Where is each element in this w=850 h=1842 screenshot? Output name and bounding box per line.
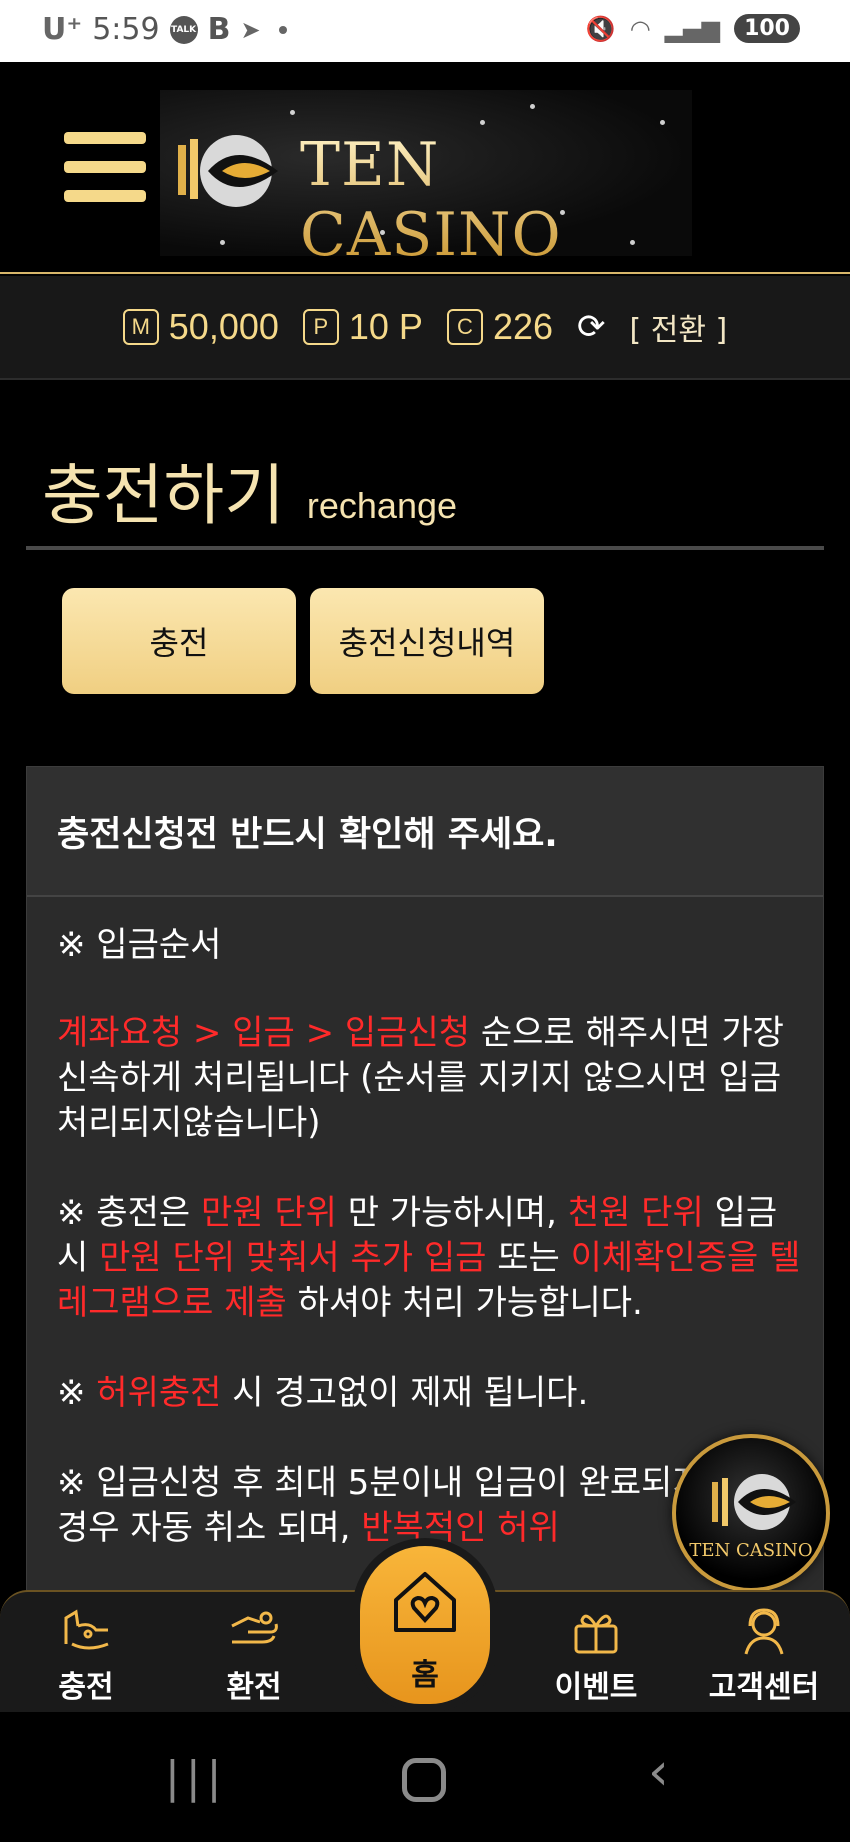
menu-icon[interactable]: [64, 132, 146, 202]
nav-event-label: 이벤트: [554, 1670, 638, 1705]
clock: 5:59: [92, 12, 160, 47]
switch-button[interactable]: [ 전환 ]: [630, 305, 728, 349]
page-title-english: rechange: [306, 485, 458, 526]
balance-bar: M 50,000 P 10 P C 226 ⟳ [ 전환 ]: [0, 276, 850, 380]
nav-exchange-label: 환전: [226, 1670, 282, 1705]
kakaotalk-icon: TALK: [169, 15, 198, 44]
notice-paragraph-fraud: ※ 허위충전 시 경고없이 제재 됩니다.: [57, 1373, 589, 1413]
charge-hand-icon: [64, 1609, 109, 1650]
point-icon: P: [302, 309, 339, 345]
page-title-korean: 충전하기: [42, 457, 285, 534]
floating-logo-mark-icon: [712, 1474, 796, 1530]
nav-support-label: 고객센터: [708, 1670, 820, 1705]
telegram-icon: ➤: [240, 15, 261, 44]
nav-home-label: 홈: [411, 1658, 439, 1693]
notice-paragraph-order-title: ※ 입금순서: [57, 923, 803, 968]
order-title: ※ 입금순서: [57, 925, 222, 965]
tab-charge-history[interactable]: 충전신청내역: [310, 588, 544, 694]
wifi-icon: ◠: [629, 14, 651, 43]
mute-icon: 🔇: [585, 14, 616, 43]
order-steps: 계좌요청 > 입금 > 입금신청: [57, 1013, 471, 1053]
home-heart-icon: [394, 1572, 456, 1632]
title-divider: [26, 546, 824, 550]
nav-charge[interactable]: 충전: [16, 1592, 156, 1714]
point-value: 10 P: [348, 306, 423, 347]
notification-dot-icon: [278, 25, 287, 34]
gift-icon: [574, 1614, 618, 1654]
app-header: TEN CASINO: [0, 62, 850, 274]
nav-exchange[interactable]: 환전: [184, 1592, 324, 1714]
battery-indicator: 100: [734, 14, 800, 43]
notice-paragraph-unit: ※ 충전은 만원 단위 만 가능하시며, 천원 단위 입금 시 만원 단위 맞춰…: [57, 1193, 801, 1323]
nav-home-button[interactable]: 홈: [360, 1546, 490, 1704]
nav-support[interactable]: 고객센터: [694, 1592, 834, 1714]
support-agent-icon: [744, 1608, 784, 1655]
status-bar: U⁺ 5:59 TALK B ➤ 🔇 ◠ ▂▄▆ 100: [0, 0, 850, 62]
exchange-hand-icon: [231, 1611, 278, 1644]
b-app-icon: B: [207, 12, 231, 47]
money-balance: M 50,000: [122, 306, 279, 348]
coin-balance: C 226: [446, 306, 554, 348]
status-left: U⁺ 5:59 TALK B ➤: [42, 12, 287, 47]
logo-mark-icon: [178, 135, 278, 207]
tab-charge[interactable]: 충전: [62, 588, 296, 694]
floating-logo-text: TEN CASINO: [689, 1540, 813, 1561]
recent-apps-icon[interactable]: |||: [165, 1752, 227, 1803]
nav-event[interactable]: 이벤트: [526, 1592, 666, 1714]
logo-text: TEN CASINO: [300, 130, 692, 256]
point-balance: P 10 P: [302, 306, 423, 348]
carrier-label: U⁺: [42, 12, 83, 47]
system-home-icon[interactable]: [402, 1758, 446, 1802]
signal-icon: ▂▄▆: [664, 14, 721, 43]
status-right: 🔇 ◠ ▂▄▆ 100: [586, 14, 800, 43]
notice-paragraph-order: 계좌요청 > 입금 > 입금신청 순으로 해주시면 가장 신속하게 처리됩니다 …: [57, 1011, 803, 1146]
money-icon: M: [122, 309, 159, 345]
floating-logo-button[interactable]: TEN CASINO: [672, 1434, 830, 1592]
site-logo[interactable]: TEN CASINO: [160, 90, 692, 256]
coin-value: 226: [492, 306, 554, 347]
nav-charge-label: 충전: [58, 1670, 114, 1705]
back-icon[interactable]: ‹: [648, 1742, 669, 1802]
coin-icon: C: [446, 309, 483, 345]
system-nav-bar: ||| ‹: [0, 1712, 850, 1842]
refresh-icon[interactable]: ⟳: [577, 307, 606, 347]
page-title: 충전하기 rechange: [42, 442, 457, 538]
money-value: 50,000: [168, 306, 279, 347]
notice-heading: 충전신청전 반드시 확인해 주세요.: [27, 767, 823, 897]
